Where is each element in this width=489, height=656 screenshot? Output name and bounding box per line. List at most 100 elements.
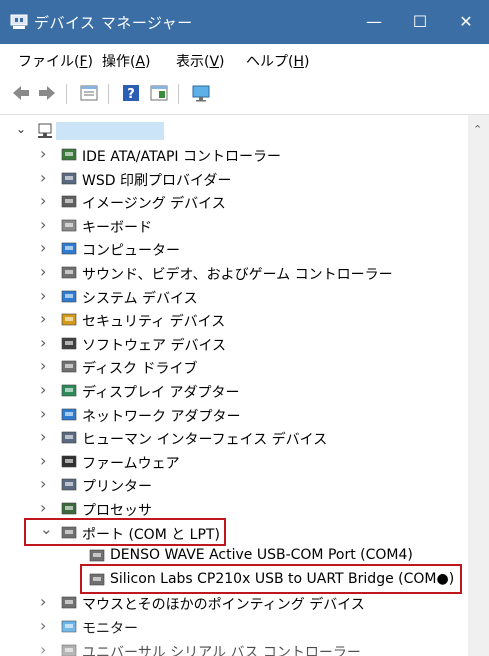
- tree-category[interactable]: › セキュリティ デバイス: [40, 309, 460, 331]
- highlight-box-silicon-labs: [80, 563, 462, 594]
- tree-category[interactable]: › IDE ATA/ATAPI コントローラー: [40, 144, 460, 166]
- tree-item-label: ディスプレイ アダプター: [82, 385, 240, 401]
- toolbar-separator: [108, 84, 109, 104]
- tree-item-label: ソフトウェア デバイス: [82, 337, 227, 354]
- tree-item-label: ヒューマン インターフェイス デバイス: [82, 432, 328, 449]
- ide-controller-icon: [61, 148, 77, 161]
- security-key-icon: [61, 313, 77, 326]
- tree-item-label: システム デバイス: [82, 290, 198, 307]
- chevron-right-icon[interactable]: ›: [40, 191, 52, 210]
- properties-icon[interactable]: [78, 82, 100, 104]
- hid-icon: [61, 431, 77, 444]
- tree-item-label: イメージング デバイス: [82, 196, 226, 213]
- device-tree: ⌄ › IDE ATA/ATAPI コントローラー › WSD 印刷プロバイダー › イメ…: [0, 115, 468, 656]
- processor-icon: [61, 502, 77, 515]
- tree-root[interactable]: ⌄: [16, 120, 456, 142]
- tree-category[interactable]: › ソフトウェア デバイス: [40, 333, 460, 355]
- vertical-scrollbar[interactable]: ⌃: [468, 115, 489, 656]
- chevron-right-icon[interactable]: ›: [40, 498, 52, 517]
- keyboard-icon: [61, 219, 77, 232]
- help-icon[interactable]: ?: [120, 82, 142, 104]
- tree-category[interactable]: › ネットワーク アダプター: [40, 404, 460, 426]
- tree-category[interactable]: › キーボード: [40, 215, 460, 237]
- scroll-up-icon[interactable]: ⌃: [473, 123, 482, 136]
- computer-icon: [61, 243, 77, 255]
- chevron-right-icon[interactable]: ›: [40, 451, 52, 470]
- chevron-right-icon[interactable]: ›: [40, 380, 52, 399]
- network-adapter-icon: [61, 408, 77, 420]
- menu-bar: ファイル(F) 操作(A) 表示(V) ヘルプ(H): [0, 44, 489, 74]
- chevron-right-icon[interactable]: ›: [40, 592, 52, 611]
- menu-file[interactable]: ファイル(F): [18, 51, 93, 71]
- tree-item-label: コンピューター: [82, 243, 180, 260]
- system-folder-icon: [61, 290, 77, 302]
- tree-category[interactable]: › ディスプレイ アダプター: [40, 380, 460, 402]
- svg-text:?: ?: [127, 87, 135, 102]
- tree-category[interactable]: › システム デバイス: [40, 286, 460, 308]
- chevron-right-icon[interactable]: ›: [40, 474, 52, 493]
- chevron-right-icon[interactable]: ›: [40, 215, 52, 234]
- tree-item-label: マウスとそのほかのポインティング デバイス: [82, 597, 365, 614]
- chevron-right-icon[interactable]: ›: [40, 262, 52, 281]
- tree-category[interactable]: › イメージング デバイス: [40, 191, 460, 213]
- chevron-right-icon[interactable]: ›: [40, 356, 52, 375]
- tree-item-label: ネットワーク アダプター: [82, 408, 241, 425]
- chevron-right-icon[interactable]: ›: [40, 404, 52, 423]
- port-icon: [89, 549, 105, 562]
- scroll-fade: [0, 616, 468, 656]
- speaker-icon: [61, 266, 77, 279]
- toolbar: ?: [0, 74, 489, 115]
- minimize-button[interactable]: —: [351, 0, 397, 44]
- tree-item-label: WSD 印刷プロバイダー: [82, 172, 232, 189]
- disk-drive-icon: [61, 361, 77, 373]
- chevron-right-icon[interactable]: ›: [40, 333, 52, 352]
- tree-item-label: セキュリティ デバイス: [82, 314, 226, 331]
- maximize-button[interactable]: ☐: [397, 0, 443, 44]
- chevron-down-icon[interactable]: ⌄: [16, 122, 28, 136]
- device-manager-icon: [10, 14, 28, 29]
- tree-category[interactable]: › WSD 印刷プロバイダー: [40, 168, 460, 190]
- tree-item-label: IDE ATA/ATAPI コントローラー: [82, 149, 282, 165]
- tree-item-label: DENSO WAVE Active USB-COM Port (COM4): [110, 547, 413, 564]
- chevron-right-icon[interactable]: ›: [40, 238, 52, 257]
- tree-category[interactable]: › コンピューター: [40, 238, 460, 260]
- chevron-right-icon[interactable]: ›: [40, 309, 52, 328]
- menu-view[interactable]: 表示(V): [176, 51, 225, 71]
- tree-item-label: サウンド、ビデオ、およびゲーム コントローラー: [82, 267, 393, 283]
- tree-category[interactable]: › ディスク ドライブ: [40, 356, 460, 378]
- tree-item-label: ディスク ドライブ: [82, 361, 198, 378]
- forward-arrow-icon[interactable]: [36, 82, 58, 104]
- tree-category[interactable]: › ファームウェア: [40, 451, 460, 473]
- tree-item-label: キーボード: [82, 219, 152, 236]
- update-driver-icon[interactable]: [148, 82, 170, 104]
- tree-category[interactable]: › サウンド、ビデオ、およびゲーム コントローラー: [40, 262, 460, 284]
- chevron-right-icon[interactable]: ›: [40, 427, 52, 446]
- menu-action[interactable]: 操作(A): [102, 51, 151, 71]
- mouse-icon: [61, 597, 77, 609]
- tree-category[interactable]: › ヒューマン インターフェイス デバイス: [40, 427, 460, 449]
- close-button[interactable]: ✕: [443, 0, 489, 44]
- chevron-right-icon[interactable]: ›: [40, 168, 52, 187]
- tree-item-label: ファームウェア: [82, 455, 180, 472]
- printer-icon: [61, 172, 77, 184]
- highlight-box-ports: [24, 517, 226, 546]
- tree-root-label: [56, 122, 164, 140]
- chevron-right-icon[interactable]: ›: [40, 144, 52, 163]
- computer-root-icon: [38, 123, 52, 138]
- camera-icon: [61, 195, 77, 208]
- printer-icon: [61, 479, 77, 491]
- window-title: デバイス マネージャー: [34, 14, 193, 32]
- display-adapter-icon: [61, 384, 77, 397]
- software-device-icon: [61, 337, 77, 350]
- scan-monitor-icon[interactable]: [190, 82, 212, 104]
- firmware-icon: [61, 455, 77, 468]
- toolbar-separator: [66, 84, 67, 104]
- tree-category[interactable]: › マウスとそのほかのポインティング デバイス: [40, 592, 460, 614]
- back-arrow-icon[interactable]: [10, 82, 32, 104]
- tree-item-label: プリンター: [82, 479, 152, 496]
- tree-category[interactable]: › プリンター: [40, 474, 460, 496]
- chevron-right-icon[interactable]: ›: [40, 286, 52, 305]
- menu-help[interactable]: ヘルプ(H): [246, 51, 309, 71]
- title-bar: デバイス マネージャー — ☐ ✕: [0, 0, 489, 44]
- toolbar-separator: [178, 84, 179, 104]
